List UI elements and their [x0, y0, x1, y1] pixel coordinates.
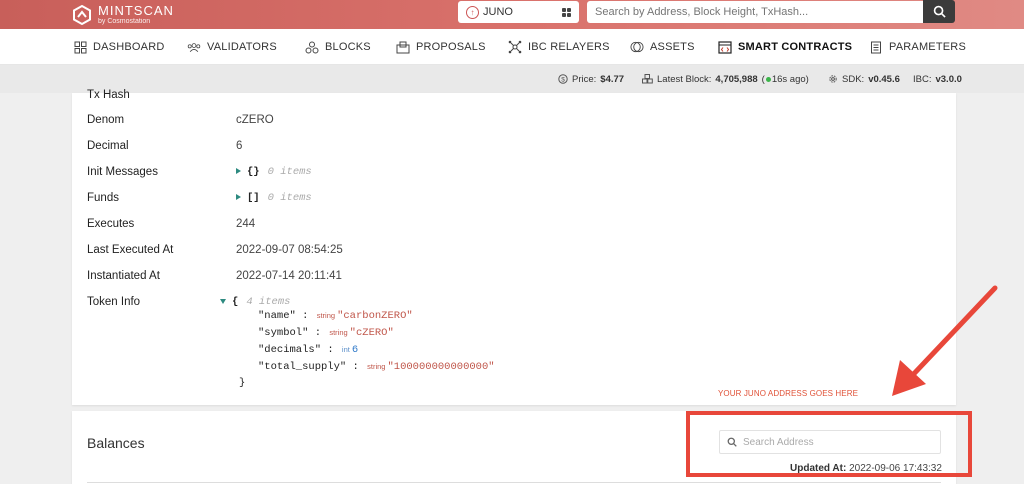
main-nav: DASHBOARD VALIDATORS BLOCKS PROPOSALS IB… — [0, 29, 1024, 65]
nav-proposals-label: PROPOSALS — [416, 41, 486, 53]
juno-chain-icon: ↑ — [466, 5, 479, 19]
nav-validators-label: VALIDATORS — [207, 41, 277, 53]
json-total-supply-line: "total_supply" : string "100000000000000" — [258, 361, 495, 373]
decimal-value: 6 — [236, 140, 243, 152]
price-icon: $ — [558, 74, 568, 84]
blocks-icon — [305, 40, 319, 54]
annotation-arrow-icon — [892, 285, 998, 396]
chain-name: JUNO — [483, 6, 513, 18]
expand-caret-icon — [236, 168, 241, 174]
balances-title: Balances — [87, 435, 145, 451]
collapse-caret-icon — [220, 298, 226, 304]
contracts-icon — [718, 40, 732, 54]
logo-title: MINTSCAN — [98, 3, 174, 18]
nav-blocks[interactable]: BLOCKS — [305, 29, 371, 65]
parameters-icon — [869, 40, 883, 54]
search-icon — [933, 5, 946, 18]
nav-assets[interactable]: ASSETS — [630, 29, 695, 65]
cubes-icon — [642, 74, 653, 84]
nav-validators[interactable]: VALIDATORS — [187, 29, 277, 65]
executes-value: 244 — [236, 218, 256, 230]
decimal-row: Decimal 6 — [87, 140, 243, 152]
json-close-brace: } — [239, 377, 246, 389]
search-button[interactable] — [923, 0, 955, 23]
price-value: $4.77 — [600, 73, 625, 85]
price-stat: $ Price: $4.77 — [558, 65, 624, 93]
latest-block-stat: Latest Block: 4,705,988 (16s ago) — [642, 65, 809, 93]
global-search-input[interactable] — [587, 1, 923, 23]
sdk-stat: SDK: v0.45.6 — [828, 65, 900, 93]
ibc-stat: IBC: v3.0.0 — [913, 73, 962, 85]
last-executed-row: Last Executed At 2022-09-07 08:54:25 — [87, 244, 343, 256]
instantiated-row: Instantiated At 2022-07-14 20:11:41 — [87, 270, 342, 282]
logo-subtitle: by Cosmostation — [98, 18, 151, 25]
last-executed-value: 2022-09-07 08:54:25 — [236, 244, 343, 256]
grid-icon — [562, 7, 571, 17]
expand-caret-icon — [236, 194, 241, 200]
nav-ibc-relayers-label: IBC RELAYERS — [528, 41, 610, 53]
gear-icon — [829, 75, 837, 83]
tx-hash-row: Tx Hash — [87, 89, 130, 101]
ibc-icon — [508, 40, 522, 54]
nav-smart-contracts-label: SMART CONTRACTS — [738, 41, 853, 53]
annotation-highlight-box — [686, 411, 972, 477]
mintscan-logo[interactable]: MINTSCAN by Cosmostation — [72, 0, 174, 29]
contract-details-card: Tx Hash Denom cZERO Decimal 6 Init Messa… — [72, 89, 956, 405]
proposals-icon — [396, 40, 410, 54]
token-info-row: Token Info {4 items — [87, 296, 291, 308]
svg-text:$: $ — [561, 77, 565, 84]
nav-parameters[interactable]: PARAMETERS — [869, 29, 966, 65]
nav-proposals[interactable]: PROPOSALS — [396, 29, 486, 65]
funds-toggle[interactable]: [] 0 items — [236, 192, 312, 204]
executes-row: Executes 244 — [87, 218, 256, 230]
denom-value: cZERO — [236, 114, 274, 126]
instantiated-value: 2022-07-14 20:11:41 — [236, 270, 342, 282]
nav-parameters-label: PARAMETERS — [889, 41, 966, 53]
nav-dashboard[interactable]: DASHBOARD — [73, 29, 164, 65]
validators-icon — [187, 40, 201, 54]
funds-row: Funds [] 0 items — [87, 192, 312, 204]
nav-blocks-label: BLOCKS — [325, 41, 371, 53]
json-decimals-line: "decimals" : int 6 — [258, 344, 359, 356]
block-age: 16s ago — [771, 73, 806, 85]
nav-dashboard-label: DASHBOARD — [93, 41, 165, 53]
sdk-version: v0.45.6 — [868, 73, 900, 85]
latest-block-value[interactable]: 4,705,988 — [715, 74, 757, 85]
annotation-label: YOUR JUNO ADDRESS GOES HERE — [718, 389, 859, 398]
dashboard-icon — [73, 40, 87, 54]
assets-icon — [630, 40, 644, 54]
nav-smart-contracts[interactable]: SMART CONTRACTS — [718, 29, 852, 65]
token-info-toggle[interactable]: {4 items — [220, 296, 290, 308]
ibc-version: v3.0.0 — [935, 73, 962, 85]
nav-ibc-relayers[interactable]: IBC RELAYERS — [508, 29, 610, 65]
init-messages-row: Init Messages {} 0 items — [87, 166, 312, 178]
live-dot-icon — [765, 76, 771, 82]
nav-assets-label: ASSETS — [650, 41, 695, 53]
json-symbol-line: "symbol" : string "cZERO" — [258, 327, 394, 339]
top-header: MINTSCAN by Cosmostation ↑ JUNO — [0, 0, 1024, 29]
denom-row: Denom cZERO — [87, 114, 274, 126]
init-messages-toggle[interactable]: {} 0 items — [236, 166, 312, 178]
mintscan-logo-icon — [72, 4, 92, 25]
json-name-line: "name" : string "carbonZERO" — [258, 310, 413, 322]
chain-selector[interactable]: ↑ JUNO — [458, 1, 579, 23]
table-divider — [87, 482, 941, 483]
